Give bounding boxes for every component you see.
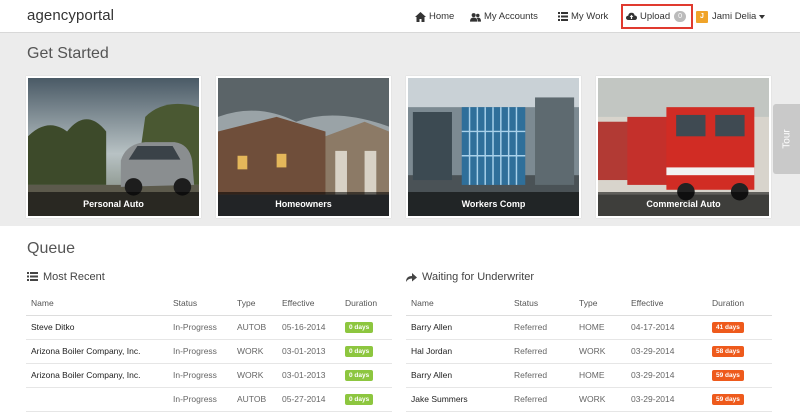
queue-heading: Queue — [27, 240, 76, 257]
row-status: In-Progress — [168, 387, 232, 412]
row-status: Referred — [509, 387, 574, 412]
row-name[interactable]: Steve Ditko — [26, 315, 168, 340]
duration-badge: 0 days — [345, 346, 374, 357]
waiting-title: Waiting for Underwriter — [422, 271, 535, 283]
avatar: J — [696, 10, 708, 23]
duration-badge: 59 days — [712, 370, 744, 381]
row-name[interactable]: Arizona Boiler Company, Inc. — [26, 363, 168, 388]
card-personal-auto[interactable]: Personal Auto — [26, 76, 201, 218]
tour-tab-label: Tour — [781, 129, 792, 149]
row-effective: 03-01-2013 — [277, 339, 340, 364]
list-icon — [557, 11, 568, 22]
col-effective[interactable]: Effective — [277, 291, 340, 316]
row-type: HOME — [574, 363, 626, 388]
table-row[interactable]: Barry Allen Referred HOME 03-29-2014 59 … — [406, 363, 772, 388]
card-workers-comp-label: Workers Comp — [408, 192, 579, 216]
col-name[interactable]: Name — [26, 291, 168, 316]
table-row[interactable]: Arizona Boiler Company, Inc. In-Progress… — [26, 339, 392, 364]
row-name[interactable]: Barry Allen — [406, 363, 509, 388]
duration-badge: 41 days — [712, 322, 744, 333]
row-effective: 03-29-2014 — [626, 387, 707, 412]
card-homeowners[interactable]: Homeowners — [216, 76, 391, 218]
nav-my-work-label: My Work — [571, 11, 609, 22]
col-duration[interactable]: Duration — [340, 291, 392, 316]
chevron-down-icon — [759, 14, 766, 19]
waiting-table: Name Status Type Effective Duration Barr… — [406, 291, 772, 412]
card-commercial-auto[interactable]: Commercial Auto — [596, 76, 771, 218]
duration-badge: 58 days — [712, 346, 744, 357]
table-row[interactable]: Jake Summers Referred WORK 03-29-2014 59… — [406, 387, 772, 412]
row-type: WORK — [232, 363, 277, 388]
table-row[interactable]: Steve Ditko In-Progress AUTOB 05-16-2014… — [26, 315, 392, 340]
row-status: In-Progress — [168, 363, 232, 388]
col-type[interactable]: Type — [232, 291, 277, 316]
row-effective: 04-17-2014 — [626, 315, 707, 340]
most-recent-table: Name Status Type Effective Duration Stev… — [26, 291, 392, 412]
table-row[interactable]: In-Progress AUTOB 05-27-2014 0 days — [26, 387, 392, 412]
col-status[interactable]: Status — [509, 291, 574, 316]
table-row[interactable]: Hal Jordan Referred WORK 03-29-2014 58 d… — [406, 339, 772, 364]
duration-badge: 0 days — [345, 370, 374, 381]
card-workers-comp[interactable]: Workers Comp — [406, 76, 581, 218]
share-arrow-icon — [406, 272, 418, 282]
row-type: AUTOB — [232, 387, 277, 412]
home-icon — [415, 11, 426, 22]
nav-home[interactable]: Home — [415, 0, 454, 33]
row-name[interactable]: Jake Summers — [406, 387, 509, 412]
tour-tab[interactable]: Tour — [773, 104, 800, 174]
top-navbar: agencyportal Home My Accounts My Work Up… — [0, 0, 800, 33]
waiting-heading: Waiting for Underwriter — [406, 271, 534, 283]
col-effective[interactable]: Effective — [626, 291, 707, 316]
table-header-row: Name Status Type Effective Duration — [406, 291, 772, 316]
row-effective: 05-16-2014 — [277, 315, 340, 340]
row-type: WORK — [574, 387, 626, 412]
row-status: Referred — [509, 363, 574, 388]
duration-badge: 59 days — [712, 394, 744, 405]
nav-my-accounts[interactable]: My Accounts — [470, 0, 538, 33]
col-status[interactable]: Status — [168, 291, 232, 316]
users-icon — [470, 11, 481, 22]
table-row[interactable]: Barry Allen Referred HOME 04-17-2014 41 … — [406, 315, 772, 340]
row-effective: 03-01-2013 — [277, 363, 340, 388]
nav-my-accounts-label: My Accounts — [484, 11, 538, 22]
row-name[interactable]: Barry Allen — [406, 315, 509, 340]
row-effective: 03-29-2014 — [626, 339, 707, 364]
row-effective: 05-27-2014 — [277, 387, 340, 412]
card-commercial-auto-label: Commercial Auto — [598, 192, 769, 216]
nav-home-label: Home — [429, 11, 455, 22]
row-type: WORK — [232, 339, 277, 364]
duration-badge: 0 days — [345, 394, 374, 405]
table-row[interactable]: Arizona Boiler Company, Inc. In-Progress… — [26, 363, 392, 388]
nav-my-work[interactable]: My Work — [557, 0, 608, 33]
card-homeowners-label: Homeowners — [218, 192, 389, 216]
card-personal-auto-label: Personal Auto — [28, 192, 199, 216]
duration-badge: 0 days — [345, 322, 374, 333]
row-name[interactable]: Hal Jordan — [406, 339, 509, 364]
most-recent-title: Most Recent — [43, 271, 105, 283]
most-recent-heading: Most Recent — [27, 271, 105, 283]
table-header-row: Name Status Type Effective Duration — [26, 291, 392, 316]
row-type: WORK — [574, 339, 626, 364]
row-type: HOME — [574, 315, 626, 340]
upload-count-badge: 0 — [674, 11, 687, 22]
nav-upload-label: Upload — [640, 11, 671, 22]
cloud-upload-icon — [626, 11, 637, 22]
row-name[interactable]: Arizona Boiler Company, Inc. — [26, 339, 168, 364]
col-name[interactable]: Name — [406, 291, 509, 316]
get-started-heading: Get Started — [27, 45, 109, 62]
col-duration[interactable]: Duration — [707, 291, 772, 316]
row-status: Referred — [509, 339, 574, 364]
row-name[interactable] — [26, 387, 168, 412]
row-status: In-Progress — [168, 315, 232, 340]
user-name: Jami Delia — [712, 11, 757, 22]
col-type[interactable]: Type — [574, 291, 626, 316]
user-menu[interactable]: J Jami Delia — [696, 0, 766, 33]
list-icon — [27, 272, 39, 282]
row-status: Referred — [509, 315, 574, 340]
row-type: AUTOB — [232, 315, 277, 340]
nav-upload-button[interactable]: Upload 0 — [621, 4, 693, 29]
brand-logo[interactable]: agencyportal — [27, 7, 114, 24]
row-status: In-Progress — [168, 339, 232, 364]
row-effective: 03-29-2014 — [626, 363, 707, 388]
